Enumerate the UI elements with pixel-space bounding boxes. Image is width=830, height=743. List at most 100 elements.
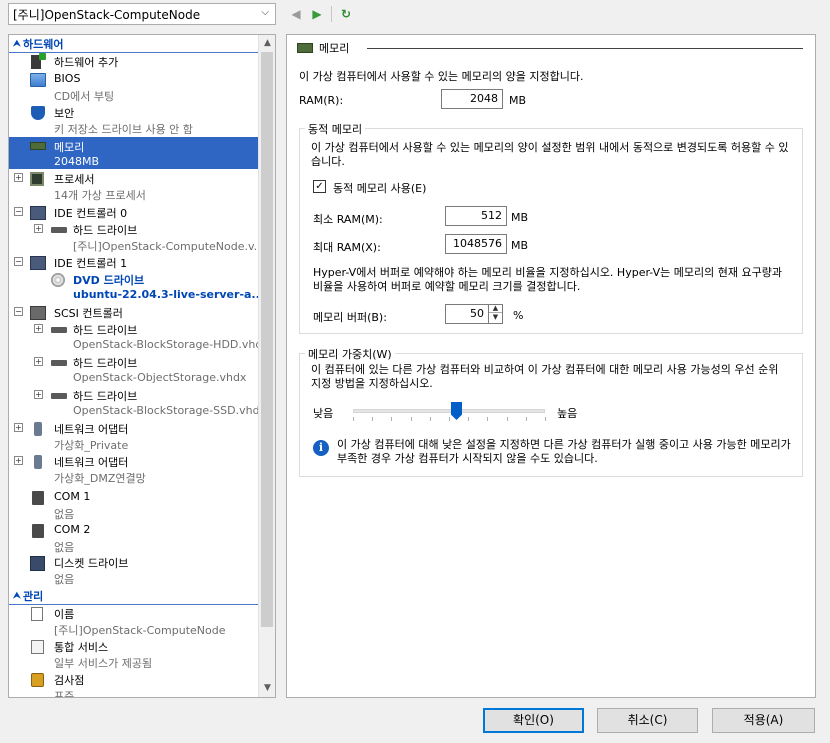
expand-plus-icon[interactable]: + [14,423,23,432]
tree-item-com2[interactable]: COM 2 없음 [9,523,259,555]
scsi-controller-icon [30,306,46,320]
slider-high-label: 높음 [557,407,578,420]
slider-tick [449,417,450,421]
ide-controller-icon [30,256,46,270]
com-port-icon [32,491,44,505]
slider-tick [545,417,546,421]
memory-weight-info: 이 가상 컴퓨터에 대해 낮은 설정을 지정하면 다른 가상 컴퓨터가 실행 중… [337,438,791,465]
tree-item-bios[interactable]: BIOS CD에서 부팅 [9,72,259,104]
collapse-chevron-icon: ⮝ [13,591,21,601]
dynamic-memory-title: 동적 메모리 [305,121,366,137]
tree-item-hard-drive-ide0[interactable]: + 하드 드라이브 [주니]OpenStack-ComputeNode.v... [9,222,264,254]
memory-description: 이 가상 컴퓨터에서 사용할 수 있는 메모리의 양을 지정합니다. [299,70,584,83]
monitor-icon [30,73,46,87]
section-management-header[interactable]: ⮝ 관리 [9,588,43,604]
tree-item-security[interactable]: 보안 키 저장소 드라이브 사용 안 함 [9,105,259,137]
min-ram-unit: MB [511,211,529,224]
memory-settings-panel: 메모리 이 가상 컴퓨터에서 사용할 수 있는 메모리의 양을 지정합니다. R… [286,34,816,698]
cancel-button[interactable]: 취소(C) [597,708,698,733]
forward-arrow-icon[interactable]: ▶ [309,5,325,23]
refresh-icon[interactable]: ↻ [338,5,354,23]
ok-button[interactable]: 확인(O) [483,708,584,733]
vm-selector-dropdown[interactable]: [주니]OpenStack-ComputeNode ⌵ [8,3,276,25]
tree-item-hard-drive-ssd[interactable]: + 하드 드라이브 OpenStack-BlockStorage-SSD.vhd… [9,388,266,420]
hard-drive-icon [51,227,67,233]
ram-input[interactable]: 2048 [441,89,503,109]
toolbar-divider [331,6,332,22]
memory-buffer-note: Hyper-V에서 버퍼로 예약해야 하는 메모리 비율을 지정하십시오. Hy… [313,266,782,293]
section-hardware-header[interactable]: ⮝ 하드웨어 [9,36,63,52]
toolbar: [주니]OpenStack-ComputeNode ⌵ ◀ ▶ ↻ [0,0,830,30]
tree-item-processor[interactable]: + 프로세서 14개 가상 프로세서 [9,171,259,203]
expand-plus-icon[interactable]: + [14,173,23,182]
scroll-up-icon[interactable]: ▲ [259,35,275,52]
tree-item-ide-controller-1[interactable]: − IDE 컨트롤러 1 [9,255,259,272]
network-adapter-icon [34,455,42,469]
collapse-minus-icon[interactable]: − [14,257,23,266]
slider-tick [391,417,392,421]
collapse-chevron-icon: ⮝ [13,39,21,49]
add-hardware-icon [31,53,46,69]
dynamic-memory-checkbox[interactable]: ✓ [313,180,326,193]
slider-tick [372,417,373,421]
tree-item-com1[interactable]: COM 1 없음 [9,490,259,522]
expand-plus-icon[interactable]: + [34,324,43,333]
spin-down-icon[interactable]: ▼ [489,313,502,322]
slider-tick [430,417,431,421]
memory-weight-title: 메모리 가중치(W) [305,346,395,362]
memory-panel-header: 메모리 [297,41,349,55]
spin-up-icon[interactable]: ▲ [489,304,502,313]
com-port-icon [32,524,44,538]
tree-item-add-hardware[interactable]: 하드웨어 추가 [9,53,259,71]
scroll-down-icon[interactable]: ▼ [259,680,275,697]
tree-item-scsi-controller[interactable]: − SCSI 컨트롤러 [9,305,259,322]
slider-tick [507,417,508,421]
network-adapter-icon [34,422,42,436]
slider-tick [526,417,527,421]
shield-icon [31,106,45,120]
tree-item-floppy-drive[interactable]: 디스켓 드라이브 없음 [9,555,259,587]
tree-item-network-adapter-private[interactable]: + 네트워크 어댑터 가상화_Private [9,421,259,453]
floppy-disk-icon [30,556,45,571]
tree-item-memory[interactable]: 메모리 2048MB [9,137,259,169]
memory-weight-description: 이 컴퓨터에 있는 다른 가상 컴퓨터와 비교하여 이 가상 컴퓨터에 대한 메… [311,363,779,390]
max-ram-input[interactable]: 1048576 [445,234,507,254]
settings-tree: ⮝ 하드웨어 하드웨어 추가 BIOS CD에서 부팅 보안 키 저장소 드라이… [9,35,269,697]
vm-selector-value: [주니]OpenStack-ComputeNode [13,7,201,22]
slider-tick [487,417,488,421]
tree-scrollbar[interactable]: ▲ ▼ [258,35,275,697]
expand-plus-icon[interactable]: + [34,224,43,233]
slider-tick [411,417,412,421]
scrollbar-thumb[interactable] [261,52,273,627]
memory-buffer-spinner[interactable]: ▲ ▼ [488,304,502,324]
expand-plus-icon[interactable]: + [14,456,23,465]
back-arrow-icon[interactable]: ◀ [288,5,304,23]
dynamic-memory-checkbox-label[interactable]: 동적 메모리 사용(E) [333,180,426,196]
min-ram-label: 최소 RAM(M): [313,213,383,226]
expand-plus-icon[interactable]: + [34,357,43,366]
memory-buffer-label: 메모리 버퍼(B): [313,311,387,324]
tree-item-network-adapter-dmz[interactable]: + 네트워크 어댑터 가상화_DMZ연결망 [9,454,259,486]
tree-item-hard-drive-object[interactable]: + 하드 드라이브 OpenStack-ObjectStorage.vhdx [9,355,259,387]
collapse-minus-icon[interactable]: − [14,207,23,216]
slider-low-label: 낮음 [313,407,334,420]
tree-item-integration-services[interactable]: 통합 서비스 일부 서비스가 제공됨 [9,639,259,671]
info-icon: i [313,440,329,456]
tree-item-dvd-drive[interactable]: DVD 드라이브 ubuntu-22.04.3-live-server-a... [9,272,264,304]
min-ram-input[interactable]: 512 [445,206,507,226]
apply-button[interactable]: 적용(A) [712,708,815,733]
header-divider [367,48,803,49]
slider-track[interactable] [353,409,545,413]
checkpoint-icon [31,673,44,687]
name-icon [31,607,43,621]
ram-unit: MB [509,94,527,107]
tree-item-checkpoints[interactable]: 검사점 표준 [9,672,259,697]
tree-item-ide-controller-0[interactable]: − IDE 컨트롤러 0 [9,205,259,222]
memory-icon [30,142,46,150]
tree-item-hard-drive-hdd[interactable]: + 하드 드라이브 OpenStack-BlockStorage-HDD.vhd… [9,322,269,354]
expand-plus-icon[interactable]: + [34,390,43,399]
collapse-minus-icon[interactable]: − [14,307,23,316]
processor-icon [30,172,44,186]
tree-item-name[interactable]: 이름 [주니]OpenStack-ComputeNode [9,606,259,638]
memory-buffer-unit: % [513,309,524,322]
